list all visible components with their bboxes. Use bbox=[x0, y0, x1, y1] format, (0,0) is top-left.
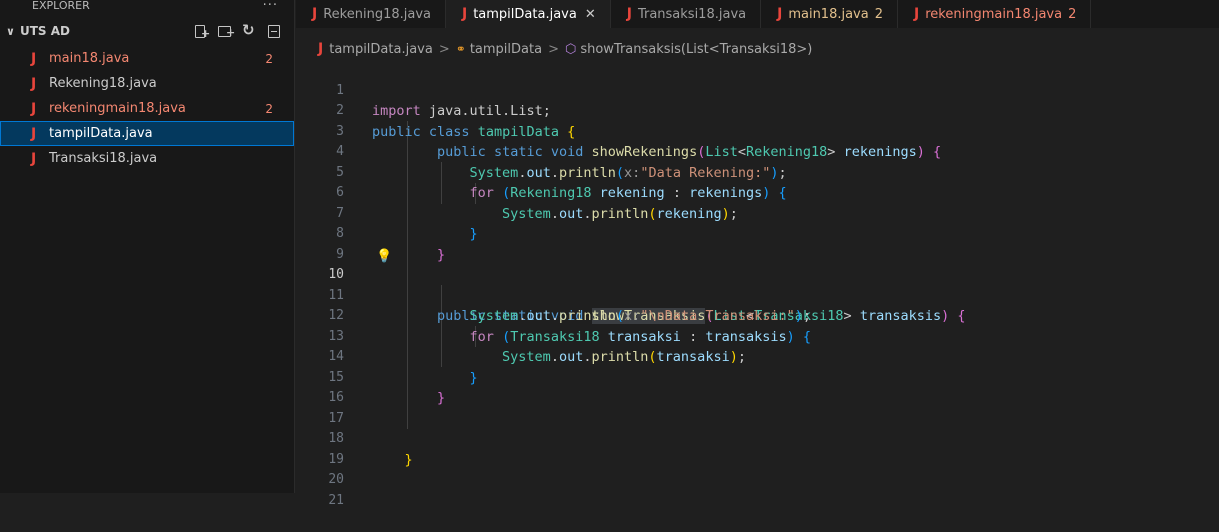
code-line: 19 bbox=[296, 429, 1219, 467]
tab-label: Rekening18.java bbox=[323, 6, 431, 22]
more-actions-icon[interactable]: ··· bbox=[263, 0, 278, 13]
file-name: tampilData.java bbox=[49, 126, 153, 141]
tab-label: Transaksi18.java bbox=[637, 6, 747, 22]
java-file-icon: J bbox=[626, 6, 632, 22]
code-line: 5 for (Rekening18 rekening : rekenings) … bbox=[296, 142, 1219, 202]
java-file-icon: J bbox=[31, 50, 37, 67]
file-item-rekeningmain18[interactable]: J rekeningmain18.java 2 bbox=[0, 96, 294, 121]
breadcrumb-file[interactable]: tampilData.java bbox=[329, 42, 433, 57]
new-file-icon[interactable] bbox=[194, 24, 210, 40]
tab-transaksi18[interactable]: J Transaksi18.java bbox=[610, 0, 762, 28]
tab-main18[interactable]: J main18.java 2 bbox=[761, 0, 899, 28]
code-line: 16 bbox=[296, 368, 1219, 405]
java-file-icon: J bbox=[312, 6, 318, 22]
code-line: 3 public static void showRekenings(List<… bbox=[296, 101, 1219, 161]
java-file-icon: J bbox=[31, 150, 37, 167]
line-number: 21 bbox=[328, 492, 344, 508]
close-icon[interactable]: ✕ bbox=[585, 7, 596, 22]
java-file-icon: J bbox=[31, 125, 37, 142]
problem-count: 2 bbox=[265, 101, 273, 116]
breadcrumb: J tampilData.java > ⚭ tampilData > ⬡ sho… bbox=[296, 38, 812, 60]
code-line: 2 public class tampilData { bbox=[296, 81, 1219, 140]
explorer-title: EXPLORER bbox=[32, 0, 90, 12]
code-line: 4 System.out.println(x:"Data Rekening:")… bbox=[296, 122, 1219, 181]
method-icon: ⬡ bbox=[564, 41, 577, 57]
folder-actions bbox=[194, 21, 294, 40]
tab-tampildata[interactable]: J tampilData.java ✕ bbox=[445, 0, 611, 28]
problem-count: 2 bbox=[265, 51, 273, 66]
code-line: 12 for (Transaksi18 transaksi : transaks… bbox=[296, 286, 1219, 345]
file-item-transaksi18[interactable]: J Transaksi18.java bbox=[0, 146, 294, 171]
code-editor[interactable]: 1 import java.util.List; 2 public class … bbox=[296, 60, 1219, 508]
new-folder-icon[interactable] bbox=[218, 24, 235, 39]
tab-rekening18[interactable]: J Rekening18.java bbox=[296, 0, 446, 28]
chevron-right-icon: > bbox=[548, 41, 559, 57]
explorer-sidebar: EXPLORER ··· ∨ UTS AD J main18.java 2 J … bbox=[0, 0, 295, 493]
code-line: 17 bbox=[296, 388, 1219, 426]
java-file-icon: J bbox=[318, 41, 324, 57]
tab-rekeningmain18[interactable]: J rekeningmain18.java 2 bbox=[898, 0, 1092, 28]
folder-name: UTS AD bbox=[20, 24, 70, 38]
tab-problem-count: 2 bbox=[874, 6, 884, 22]
breadcrumb-class[interactable]: tampilData bbox=[470, 42, 542, 57]
code-line: 9 bbox=[296, 224, 1219, 262]
tab-label: rekeningmain18.java bbox=[925, 6, 1063, 22]
code-line: 6 System.out.println(rekening); bbox=[296, 163, 1219, 222]
code-line: 8 } bbox=[296, 204, 1219, 263]
java-file-icon: J bbox=[31, 75, 37, 92]
lightbulb-icon[interactable]: 💡 bbox=[376, 247, 392, 268]
class-icon: ⚭ bbox=[455, 42, 466, 56]
code-line: 13 System.out.println(transaksi); bbox=[296, 306, 1219, 366]
refresh-icon[interactable] bbox=[242, 21, 256, 39]
breadcrumb-method[interactable]: showTransaksis(List<Transaksi18>) bbox=[580, 42, 812, 57]
java-file-icon: J bbox=[461, 6, 468, 22]
code-line: 14 } bbox=[296, 327, 1219, 386]
code-line: 7 } bbox=[296, 183, 1219, 243]
collapse-all-icon[interactable] bbox=[266, 24, 280, 38]
file-name: Rekening18.java bbox=[49, 76, 157, 91]
tab-label: main18.java bbox=[788, 6, 869, 22]
tab-problem-count: 2 bbox=[1068, 6, 1077, 22]
code-line: 1 import java.util.List; bbox=[296, 60, 1219, 120]
code-line: 11 System.out.println(x:"\nData Transaks… bbox=[296, 265, 1219, 325]
editor-tabs: J Rekening18.java J tampilData.java ✕ J … bbox=[296, 0, 1219, 28]
code-line: 21 bbox=[296, 470, 1219, 508]
chevron-right-icon: > bbox=[438, 41, 450, 57]
code-line: 20 bbox=[296, 450, 1219, 487]
code-line: 15 } bbox=[296, 347, 1219, 407]
file-item-main18[interactable]: J main18.java 2 bbox=[0, 46, 294, 71]
file-item-rekening18[interactable]: J Rekening18.java bbox=[0, 71, 294, 96]
java-file-icon: J bbox=[777, 6, 783, 22]
java-file-icon: J bbox=[914, 6, 920, 22]
file-item-tampildata[interactable]: J tampilData.java bbox=[0, 121, 294, 146]
file-name: rekeningmain18.java bbox=[49, 101, 186, 116]
file-name: main18.java bbox=[49, 51, 130, 66]
file-list: J main18.java 2 J Rekening18.java J reke… bbox=[0, 46, 294, 171]
java-file-icon: J bbox=[31, 100, 37, 117]
explorer-header: EXPLORER ··· bbox=[0, 0, 294, 16]
chevron-down-icon: ∨ bbox=[6, 24, 15, 38]
code-line: 18 } bbox=[296, 409, 1219, 468]
file-name: Transaksi18.java bbox=[49, 151, 158, 166]
folder-uts-ad[interactable]: ∨ UTS AD bbox=[0, 18, 294, 44]
tab-label: tampilData.java bbox=[473, 6, 577, 22]
code-line-current: 10 💡 public static void showTransaksis(L… bbox=[296, 245, 1219, 324]
